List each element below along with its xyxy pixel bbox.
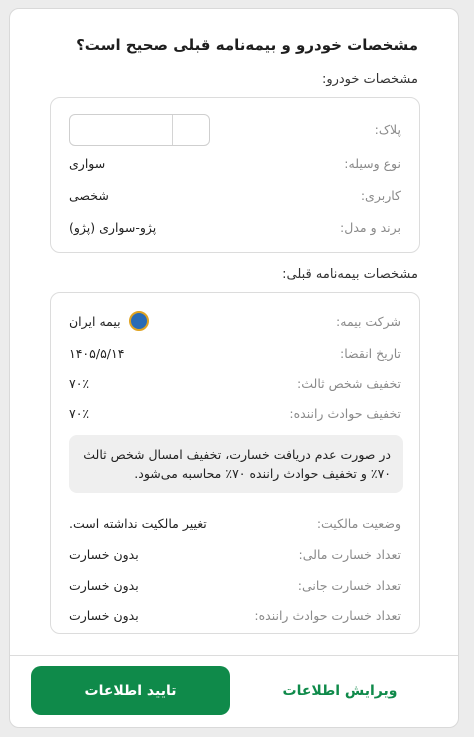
third-party-discount-label: تخفیف شخص ثالث: (297, 376, 401, 391)
driver-claims-value: بدون خسارت (69, 608, 139, 623)
ownership-label: وضعیت مالکیت: (316, 516, 401, 531)
vehicle-type-label: نوع وسیله: (344, 156, 401, 171)
vehicle-type-value: سواری (69, 156, 106, 171)
insurer-label: شرکت بیمه: (336, 314, 401, 329)
plate-divider (172, 115, 173, 145)
model-value: پژو-سواری (پژو) (69, 220, 157, 235)
insurance-details-box: شرکت بیمه: بیمه ایران تاریخ انقضا: ۱۴۰۵/… (50, 292, 420, 634)
vehicle-section-title: مشخصات خودرو: (321, 72, 418, 87)
driver-claims-label: تعداد خسارت حوادث راننده: (254, 608, 401, 623)
expiry-label: تاریخ انقضا: (340, 346, 401, 361)
plate-label: پلاک: (374, 122, 401, 137)
insurer-row: شرکت بیمه: بیمه ایران (51, 310, 419, 333)
edit-button[interactable]: ویرایش اطلاعات (270, 666, 410, 715)
license-plate-field (69, 114, 210, 146)
iran-insurance-logo-icon (128, 310, 149, 331)
confirm-button[interactable]: تایید اطلاعات (31, 666, 230, 715)
insurer-value: بیمه ایران (69, 310, 149, 333)
model-row: برند و مدل: پژو-سواری (پژو) (51, 217, 419, 239)
expiry-value: ۱۴۰۵/۵/۱۴ (69, 346, 125, 361)
third-party-discount-value: ۷۰٪ (69, 376, 90, 391)
ownership-row: وضعیت مالکیت: تغییر مالکیت نداشته است. (51, 513, 419, 535)
financial-claims-row: تعداد خسارت مالی: بدون خسارت (51, 544, 419, 566)
insurance-section-title: مشخصات بیمه‌نامه قبلی: (282, 267, 418, 282)
usage-label: کاربری: (360, 188, 401, 203)
driver-claims-row: تعداد خسارت حوادث راننده: بدون خسارت (51, 605, 419, 627)
page-title: مشخصات خودرو و بیمه‌نامه قبلی صحیح است؟ (76, 36, 418, 54)
expiry-row: تاریخ انقضا: ۱۴۰۵/۵/۱۴ (51, 343, 419, 365)
vehicle-type-row: نوع وسیله: سواری (51, 153, 419, 175)
model-label: برند و مدل: (340, 220, 401, 235)
financial-claims-value: بدون خسارت (69, 547, 139, 562)
footer-divider (10, 655, 458, 656)
bodily-claims-row: تعداد خسارت جانی: بدون خسارت (51, 575, 419, 597)
bodily-claims-label: تعداد خسارت جانی: (297, 578, 401, 593)
discount-notice: در صورت عدم دریافت خسارت، تخفیف امسال شخ… (69, 435, 403, 493)
financial-claims-label: تعداد خسارت مالی: (298, 547, 402, 562)
insurer-name: بیمه ایران (69, 314, 121, 329)
driver-discount-row: تخفیف حوادث راننده: ۷۰٪ (51, 403, 419, 425)
third-party-discount-row: تخفیف شخص ثالث: ۷۰٪ (51, 373, 419, 395)
usage-value: شخصی (69, 188, 109, 203)
bodily-claims-value: بدون خسارت (69, 578, 139, 593)
ownership-value: تغییر مالکیت نداشته است. (69, 516, 207, 531)
driver-discount-label: تخفیف حوادث راننده: (289, 406, 401, 421)
driver-discount-value: ۷۰٪ (69, 406, 90, 421)
vehicle-details-box: پلاک: نوع وسیله: سواری کاربری: شخصی برند… (50, 97, 420, 253)
usage-row: کاربری: شخصی (51, 185, 419, 207)
confirmation-card: مشخصات خودرو و بیمه‌نامه قبلی صحیح است؟ … (9, 8, 459, 728)
